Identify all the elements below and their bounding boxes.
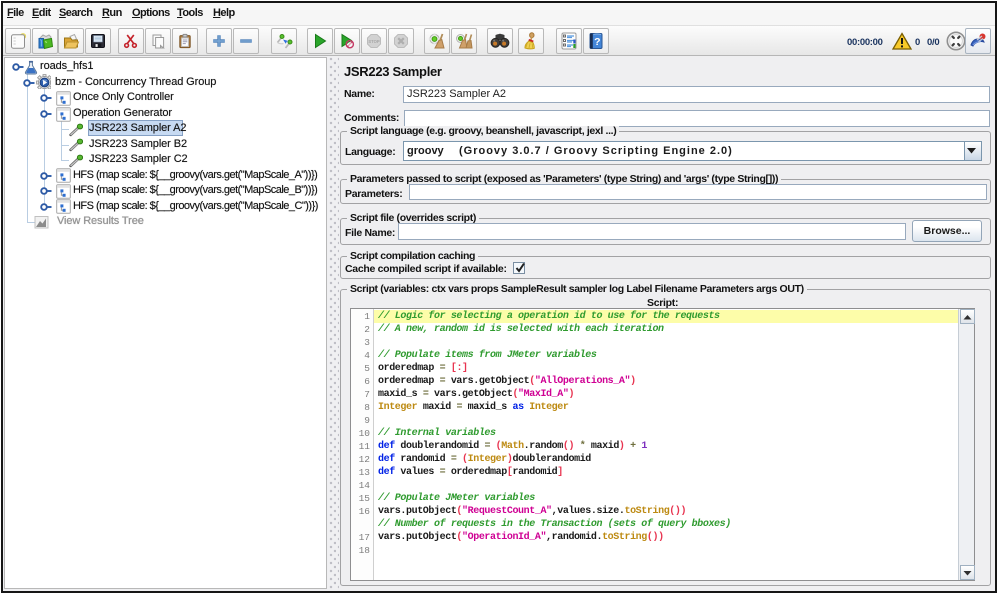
svg-text:STOP: STOP	[368, 39, 380, 44]
svg-text:?: ?	[594, 36, 600, 48]
